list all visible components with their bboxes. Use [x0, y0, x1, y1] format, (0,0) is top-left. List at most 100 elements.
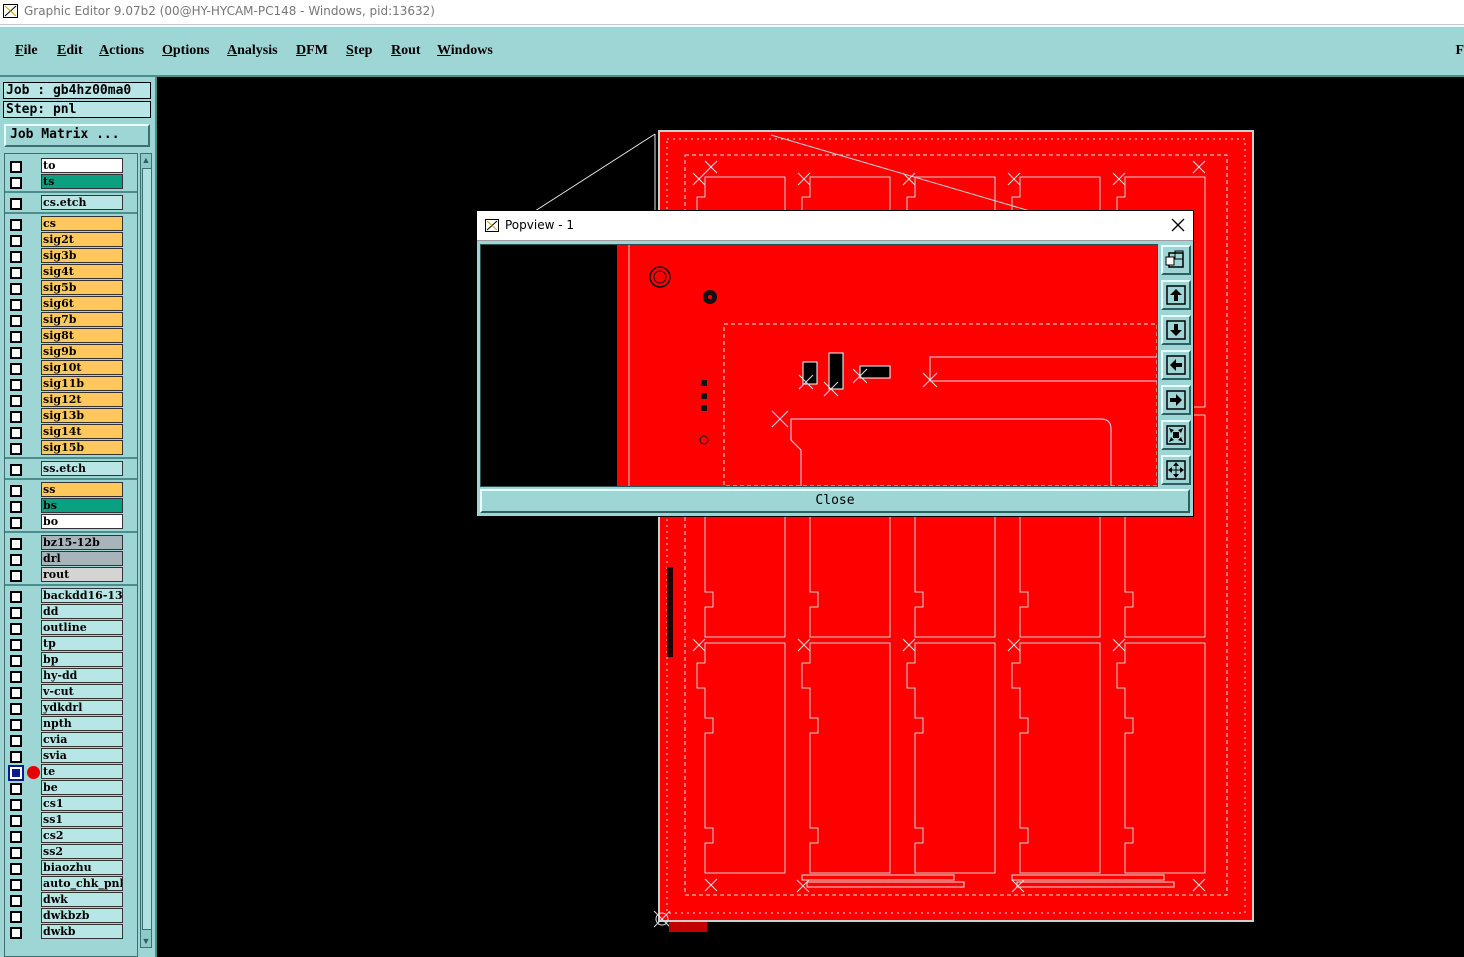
layer-checkbox[interactable]: [10, 464, 22, 476]
layer-checkbox[interactable]: [10, 751, 22, 763]
layer-name[interactable]: ss2: [41, 844, 123, 859]
layer-row-sig13b[interactable]: sig13b: [5, 408, 137, 424]
layer-row-rout[interactable]: rout: [5, 567, 137, 583]
layer-name[interactable]: sig7b: [41, 312, 123, 327]
menu-dfm[interactable]: DFM: [296, 43, 328, 59]
popview-close-button[interactable]: Close: [480, 489, 1190, 513]
layer-name[interactable]: sig6t: [41, 296, 123, 311]
layer-scrollbar[interactable]: ▲ ▼: [140, 153, 152, 948]
layer-row-cs2[interactable]: cs2: [5, 828, 137, 844]
layer-checkbox[interactable]: [10, 443, 22, 455]
layer-row-sig12t[interactable]: sig12t: [5, 392, 137, 408]
layer-checkbox[interactable]: [10, 411, 22, 423]
layer-row-dd[interactable]: dd: [5, 604, 137, 620]
scroll-down-icon[interactable]: ▼: [141, 935, 151, 947]
layer-row-dwk[interactable]: dwk: [5, 892, 137, 908]
layer-checkbox[interactable]: [10, 331, 22, 343]
layer-checkbox[interactable]: [10, 219, 22, 231]
layer-name[interactable]: npth: [41, 716, 123, 731]
layer-name[interactable]: te: [41, 764, 123, 779]
layer-name[interactable]: sig2t: [41, 232, 123, 247]
layer-name[interactable]: bp: [41, 652, 123, 667]
layer-checkbox[interactable]: [10, 639, 22, 651]
layer-checkbox[interactable]: [10, 363, 22, 375]
layer-name[interactable]: hy-dd: [41, 668, 123, 683]
layer-checkbox[interactable]: [10, 235, 22, 247]
zoom-window-icon[interactable]: [1161, 245, 1191, 275]
layer-row-sig4t[interactable]: sig4t: [5, 264, 137, 280]
layer-checkbox[interactable]: [10, 703, 22, 715]
layer-row-ydkdrl[interactable]: ydkdrl: [5, 700, 137, 716]
layer-checkbox[interactable]: [10, 485, 22, 497]
layer-row-drl[interactable]: drl: [5, 551, 137, 567]
layer-checkbox[interactable]: [10, 719, 22, 731]
layer-name[interactable]: sig8t: [41, 328, 123, 343]
layer-checkbox[interactable]: [10, 847, 22, 859]
layer-name[interactable]: sig11b: [41, 376, 123, 391]
layer-row-cs.etch[interactable]: cs.etch: [5, 195, 137, 211]
layer-name[interactable]: v-cut: [41, 684, 123, 699]
layer-name[interactable]: dwkbzb: [41, 908, 123, 923]
layer-row-v-cut[interactable]: v-cut: [5, 684, 137, 700]
layer-checkbox[interactable]: [10, 379, 22, 391]
layer-row-sig10t[interactable]: sig10t: [5, 360, 137, 376]
layer-checkbox[interactable]: [10, 427, 22, 439]
layer-checkbox[interactable]: [10, 315, 22, 327]
layer-checkbox[interactable]: [10, 879, 22, 891]
menu-overflow[interactable]: F: [1455, 43, 1464, 59]
layer-name[interactable]: bo: [41, 514, 123, 529]
menu-rout[interactable]: Rout: [391, 43, 421, 59]
layer-checkbox[interactable]: [10, 299, 22, 311]
layer-checkbox[interactable]: [10, 591, 22, 603]
layer-checkbox[interactable]: [10, 863, 22, 875]
layer-name[interactable]: bz15-12b: [41, 535, 123, 550]
layer-row-sig14t[interactable]: sig14t: [5, 424, 137, 440]
layer-row-hy-dd[interactable]: hy-dd: [5, 668, 137, 684]
layer-checkbox[interactable]: [10, 570, 22, 582]
layer-name[interactable]: sig14t: [41, 424, 123, 439]
layer-row-sig2t[interactable]: sig2t: [5, 232, 137, 248]
layer-name[interactable]: bs: [41, 498, 123, 513]
scroll-thumb[interactable]: [142, 168, 152, 930]
menu-actions[interactable]: Actions: [99, 43, 144, 59]
layer-name[interactable]: dwkb: [41, 924, 123, 939]
menu-file[interactable]: File: [15, 43, 38, 59]
layer-checkbox[interactable]: [10, 655, 22, 667]
layer-name[interactable]: cs1: [41, 796, 123, 811]
layer-name[interactable]: sig5b: [41, 280, 123, 295]
layer-checkbox[interactable]: [10, 895, 22, 907]
layer-row-sig9b[interactable]: sig9b: [5, 344, 137, 360]
layer-checkbox[interactable]: [10, 161, 22, 173]
layer-row-outline[interactable]: outline: [5, 620, 137, 636]
pan-left-icon[interactable]: [1161, 350, 1191, 380]
layer-row-npth[interactable]: npth: [5, 716, 137, 732]
layer-checkbox[interactable]: [10, 927, 22, 939]
layer-row-ss2[interactable]: ss2: [5, 844, 137, 860]
layer-name[interactable]: sig3b: [41, 248, 123, 263]
layer-name[interactable]: cs2: [41, 828, 123, 843]
menu-analysis[interactable]: Analysis: [227, 43, 278, 59]
layer-row-cvia[interactable]: cvia: [5, 732, 137, 748]
layer-name[interactable]: be: [41, 780, 123, 795]
layer-name[interactable]: sig9b: [41, 344, 123, 359]
layer-checkbox[interactable]: [10, 177, 22, 189]
layer-name[interactable]: sig12t: [41, 392, 123, 407]
layer-name[interactable]: ts: [41, 174, 123, 189]
layer-name[interactable]: cs: [41, 216, 123, 231]
layer-name[interactable]: svia: [41, 748, 123, 763]
layer-name[interactable]: cvia: [41, 732, 123, 747]
layer-name[interactable]: ss1: [41, 812, 123, 827]
zoom-fit-icon[interactable]: [1161, 420, 1191, 450]
layer-row-ss1[interactable]: ss1: [5, 812, 137, 828]
layer-row-sig11b[interactable]: sig11b: [5, 376, 137, 392]
layer-row-sig6t[interactable]: sig6t: [5, 296, 137, 312]
layer-name[interactable]: dwk: [41, 892, 123, 907]
layer-row-be[interactable]: be: [5, 780, 137, 796]
layer-row-bs[interactable]: bs: [5, 498, 137, 514]
layer-checkbox[interactable]: [10, 395, 22, 407]
layer-row-bz15-12b[interactable]: bz15-12b: [5, 535, 137, 551]
layer-row-cs1[interactable]: cs1: [5, 796, 137, 812]
layer-row-bo[interactable]: bo: [5, 514, 137, 530]
popview-viewport[interactable]: [480, 244, 1158, 487]
layer-checkbox[interactable]: [10, 198, 22, 210]
